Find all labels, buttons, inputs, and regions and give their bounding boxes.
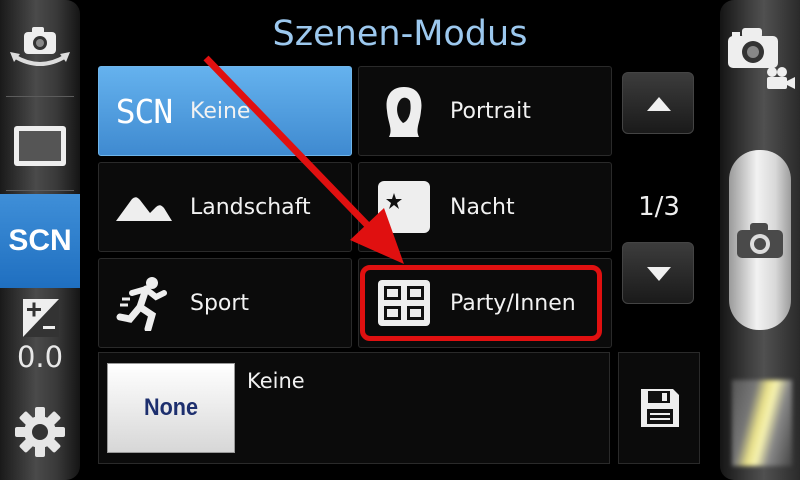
sidebar-divider [6,96,74,97]
scene-option-keine[interactable]: SCN Keine [98,66,352,156]
page-title: Szenen-Modus [272,14,528,54]
aspect-ratio-icon[interactable] [12,124,68,168]
right-sidebar [720,0,800,480]
last-photo-thumbnail[interactable] [732,380,792,466]
sport-icon [111,275,177,331]
scene-option-label: Nacht [450,194,515,220]
scene-option-portrait[interactable]: Portrait [358,66,612,156]
portrait-icon [371,83,437,139]
scene-mode-button[interactable]: SCN [0,194,80,288]
camera-switch-icon[interactable] [8,18,72,74]
save-icon [641,389,679,427]
sidebar-divider [6,190,74,191]
scene-option-landschaft[interactable]: Landschaft [98,162,352,252]
scene-option-sport[interactable]: Sport [98,258,352,348]
page-down-button[interactable] [622,242,694,304]
save-button[interactable] [618,352,700,464]
scene-preview-image: None [107,363,235,453]
settings-gear-icon[interactable] [14,406,66,458]
page-up-button[interactable] [622,72,694,134]
scn-icon: SCN [115,91,174,131]
shutter-camera-icon [737,223,783,258]
left-sidebar: SCN 0.0 [0,0,80,480]
exposure-value: 0.0 [16,340,64,374]
scene-option-nacht[interactable]: Nacht [358,162,612,252]
shutter-button[interactable] [729,150,791,330]
video-mode-icon[interactable] [764,66,796,92]
annotation-highlight-box [360,265,602,341]
exposure-icon[interactable] [22,298,60,338]
camera-mode-icon[interactable] [726,24,780,70]
landscape-icon [111,179,177,235]
arrow-down-icon [647,267,671,281]
scene-option-label: Landschaft [190,194,311,220]
arrow-up-icon [647,97,671,111]
scene-preview: None Keine [98,352,610,464]
night-icon [371,179,437,235]
scene-option-label: Keine [190,98,251,124]
page-indicator: 1/3 [638,192,680,222]
scene-option-label: Sport [190,290,250,316]
scene-option-label: Portrait [450,98,531,124]
scene-preview-label: Keine [247,369,305,393]
